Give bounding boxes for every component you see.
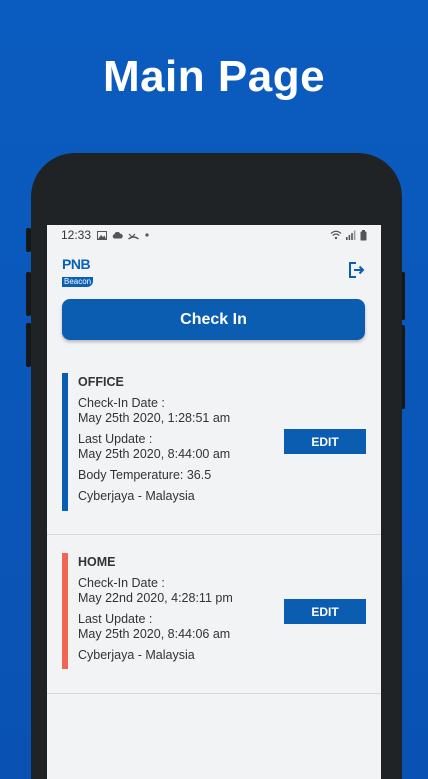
edit-home-button[interactable]: EDIT — [284, 599, 366, 624]
missed-call-icon — [128, 233, 139, 240]
image-icon — [97, 230, 108, 240]
app-header: PNB Beacon — [47, 245, 381, 297]
status-bar: 12:33 — [47, 225, 381, 245]
status-time: 12:33 — [61, 228, 92, 242]
app-screen: 12:33 PNB Beacon Check In OFFICE Check-I… — [47, 225, 381, 779]
record-card-office: OFFICE Check-In Date : May 25th 2020, 1:… — [47, 355, 381, 535]
status-icons-right — [330, 229, 367, 241]
page-heading: Main Page — [102, 52, 326, 101]
location: Cyberjaya - Malaysia — [78, 489, 195, 503]
last-update-label: Last Update : — [78, 432, 153, 446]
cloud-icon — [112, 231, 123, 239]
wifi-icon — [330, 230, 342, 240]
edit-office-button[interactable]: EDIT — [284, 429, 366, 454]
status-icons-left — [97, 230, 150, 240]
checkin-date-value: May 22nd 2020, 4:28:11 pm — [78, 591, 233, 605]
record-card-home: HOME Check-In Date : May 22nd 2020, 4:28… — [47, 535, 381, 694]
battery-icon — [360, 229, 367, 240]
record-details: OFFICE Check-In Date : May 25th 2020, 1:… — [78, 375, 230, 510]
dot-icon — [145, 233, 149, 237]
record-details: HOME Check-In Date : May 22nd 2020, 4:28… — [78, 555, 233, 669]
checkin-date-label: Check-In Date : — [78, 396, 165, 410]
home-accent-bar — [62, 553, 68, 669]
record-title: OFFICE — [78, 375, 124, 389]
checkin-date-value: May 25th 2020, 1:28:51 am — [78, 411, 231, 425]
signal-icon — [346, 230, 356, 240]
logo-text-top: PNB — [62, 256, 91, 272]
last-update-field: Last Update : May 25th 2020, 8:44:06 am — [78, 612, 233, 642]
logout-icon[interactable] — [347, 261, 365, 279]
check-in-button[interactable]: Check In — [62, 299, 365, 340]
pnb-beacon-logo: PNB Beacon — [62, 256, 96, 287]
office-accent-bar — [62, 373, 68, 511]
last-update-value: May 25th 2020, 8:44:06 am — [78, 627, 231, 641]
checkin-date-field: Check-In Date : May 25th 2020, 1:28:51 a… — [78, 396, 230, 426]
last-update-field: Last Update : May 25th 2020, 8:44:00 am — [78, 432, 230, 462]
last-update-value: May 25th 2020, 8:44:00 am — [78, 447, 231, 461]
last-update-label: Last Update : — [78, 612, 153, 626]
checkin-date-field: Check-In Date : May 22nd 2020, 4:28:11 p… — [78, 576, 233, 606]
location: Cyberjaya - Malaysia — [78, 648, 195, 662]
body-temperature: Body Temperature: 36.5 — [78, 468, 212, 482]
checkin-date-label: Check-In Date : — [78, 576, 165, 590]
record-title: HOME — [78, 555, 116, 569]
logo-text-bottom: Beacon — [62, 277, 94, 287]
